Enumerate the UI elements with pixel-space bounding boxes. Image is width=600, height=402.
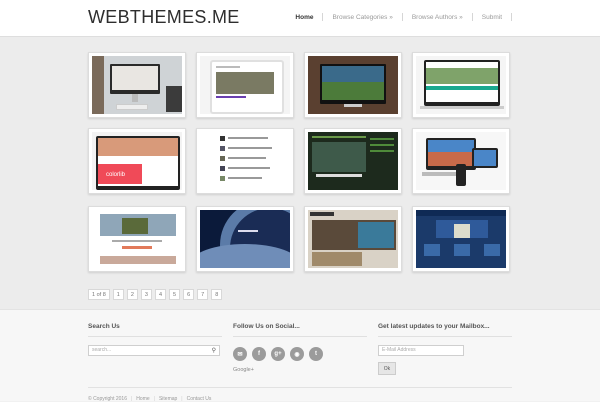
nav-submit[interactable]: Submit bbox=[473, 14, 511, 21]
email-placeholder: E-Mail Address bbox=[382, 347, 416, 353]
theme-thumbnail[interactable] bbox=[196, 206, 294, 272]
nav-browse-authors[interactable]: Browse Authors » bbox=[403, 14, 472, 21]
pagination: 1 of 8 1 2 3 4 5 6 7 8 bbox=[88, 289, 223, 300]
site-footer: Search Us search... ⚲ Follow Us on Socia… bbox=[0, 309, 600, 402]
page-link[interactable]: 2 bbox=[126, 289, 138, 300]
theme-thumbnail[interactable] bbox=[412, 128, 510, 194]
site-header: WEBTHEMES.ME Home Browse Categories » Br… bbox=[0, 0, 600, 37]
footer-mailbox-title: Get latest updates to your Mailbox... bbox=[378, 323, 490, 330]
separator: | bbox=[130, 396, 133, 402]
email-field[interactable]: E-Mail Address bbox=[378, 345, 464, 356]
divider bbox=[88, 387, 512, 388]
search-placeholder: search... bbox=[92, 347, 112, 353]
nav-separator bbox=[511, 13, 512, 21]
page-link[interactable]: 3 bbox=[140, 289, 152, 300]
footer-link-sitemap[interactable]: Sitemap bbox=[159, 396, 177, 402]
page-link[interactable]: 4 bbox=[154, 289, 167, 300]
footer-social: Follow Us on Social... ✉ f g+ ◉ t Google… bbox=[233, 323, 367, 373]
theme-thumbnail[interactable] bbox=[88, 52, 186, 118]
separator: | bbox=[153, 396, 155, 402]
footer-search-title: Search Us bbox=[88, 323, 120, 330]
twitter-icon[interactable]: t bbox=[309, 347, 323, 361]
social-caption: Google+ bbox=[233, 367, 254, 373]
google-plus-icon[interactable]: g+ bbox=[271, 347, 285, 361]
footer-bottom: © Copyright 2016 | Home | Sitemap | Cont… bbox=[88, 396, 211, 402]
nav-browse-categories[interactable]: Browse Categories » bbox=[323, 14, 401, 21]
nav-home[interactable]: Home bbox=[286, 14, 322, 21]
social-icons: ✉ f g+ ◉ t bbox=[233, 347, 367, 361]
page-link[interactable]: 1 bbox=[112, 289, 124, 300]
footer-social-title: Follow Us on Social... bbox=[233, 323, 300, 330]
copyright: © Copyright 2016 bbox=[88, 396, 127, 402]
page-link[interactable]: 8 bbox=[211, 289, 223, 300]
divider bbox=[378, 336, 512, 337]
mail-icon[interactable]: ✉ bbox=[233, 347, 247, 361]
theme-thumbnail[interactable] bbox=[196, 128, 294, 194]
divider bbox=[88, 336, 222, 337]
footer-search: Search Us search... ⚲ bbox=[88, 323, 222, 356]
theme-thumbnail[interactable] bbox=[412, 52, 510, 118]
search-input[interactable]: search... ⚲ bbox=[88, 345, 220, 356]
main-nav: Home Browse Categories » Browse Authors … bbox=[286, 13, 512, 21]
search-icon[interactable]: ⚲ bbox=[212, 347, 216, 356]
facebook-icon[interactable]: f bbox=[252, 347, 266, 361]
theme-thumbnail[interactable] bbox=[88, 206, 186, 272]
theme-thumbnail[interactable] bbox=[304, 128, 402, 194]
site-logo[interactable]: WEBTHEMES.ME bbox=[88, 7, 240, 28]
theme-thumbnail[interactable] bbox=[412, 206, 510, 272]
theme-thumbnail[interactable] bbox=[196, 52, 294, 118]
separator: | bbox=[181, 396, 183, 402]
theme-thumbnail[interactable] bbox=[304, 206, 402, 272]
footer-link-contact[interactable]: Contact Us bbox=[187, 396, 212, 402]
page-link[interactable]: 7 bbox=[197, 289, 209, 300]
theme-thumbnail[interactable]: colorlib bbox=[88, 128, 186, 194]
pagination-status: 1 of 8 bbox=[88, 289, 110, 300]
subscribe-button[interactable]: Ok bbox=[378, 362, 396, 375]
theme-thumbnail[interactable] bbox=[304, 52, 402, 118]
footer-link-home[interactable]: Home bbox=[136, 396, 149, 402]
page-link[interactable]: 6 bbox=[183, 289, 195, 300]
rss-icon[interactable]: ◉ bbox=[290, 347, 304, 361]
page-link[interactable]: 5 bbox=[169, 289, 181, 300]
theme-gallery: colorlib 1 of 8 1 2 3 4 5 6 7 8 bbox=[0, 37, 600, 309]
footer-mailbox: Get latest updates to your Mailbox... E-… bbox=[378, 323, 512, 375]
divider bbox=[233, 336, 367, 337]
